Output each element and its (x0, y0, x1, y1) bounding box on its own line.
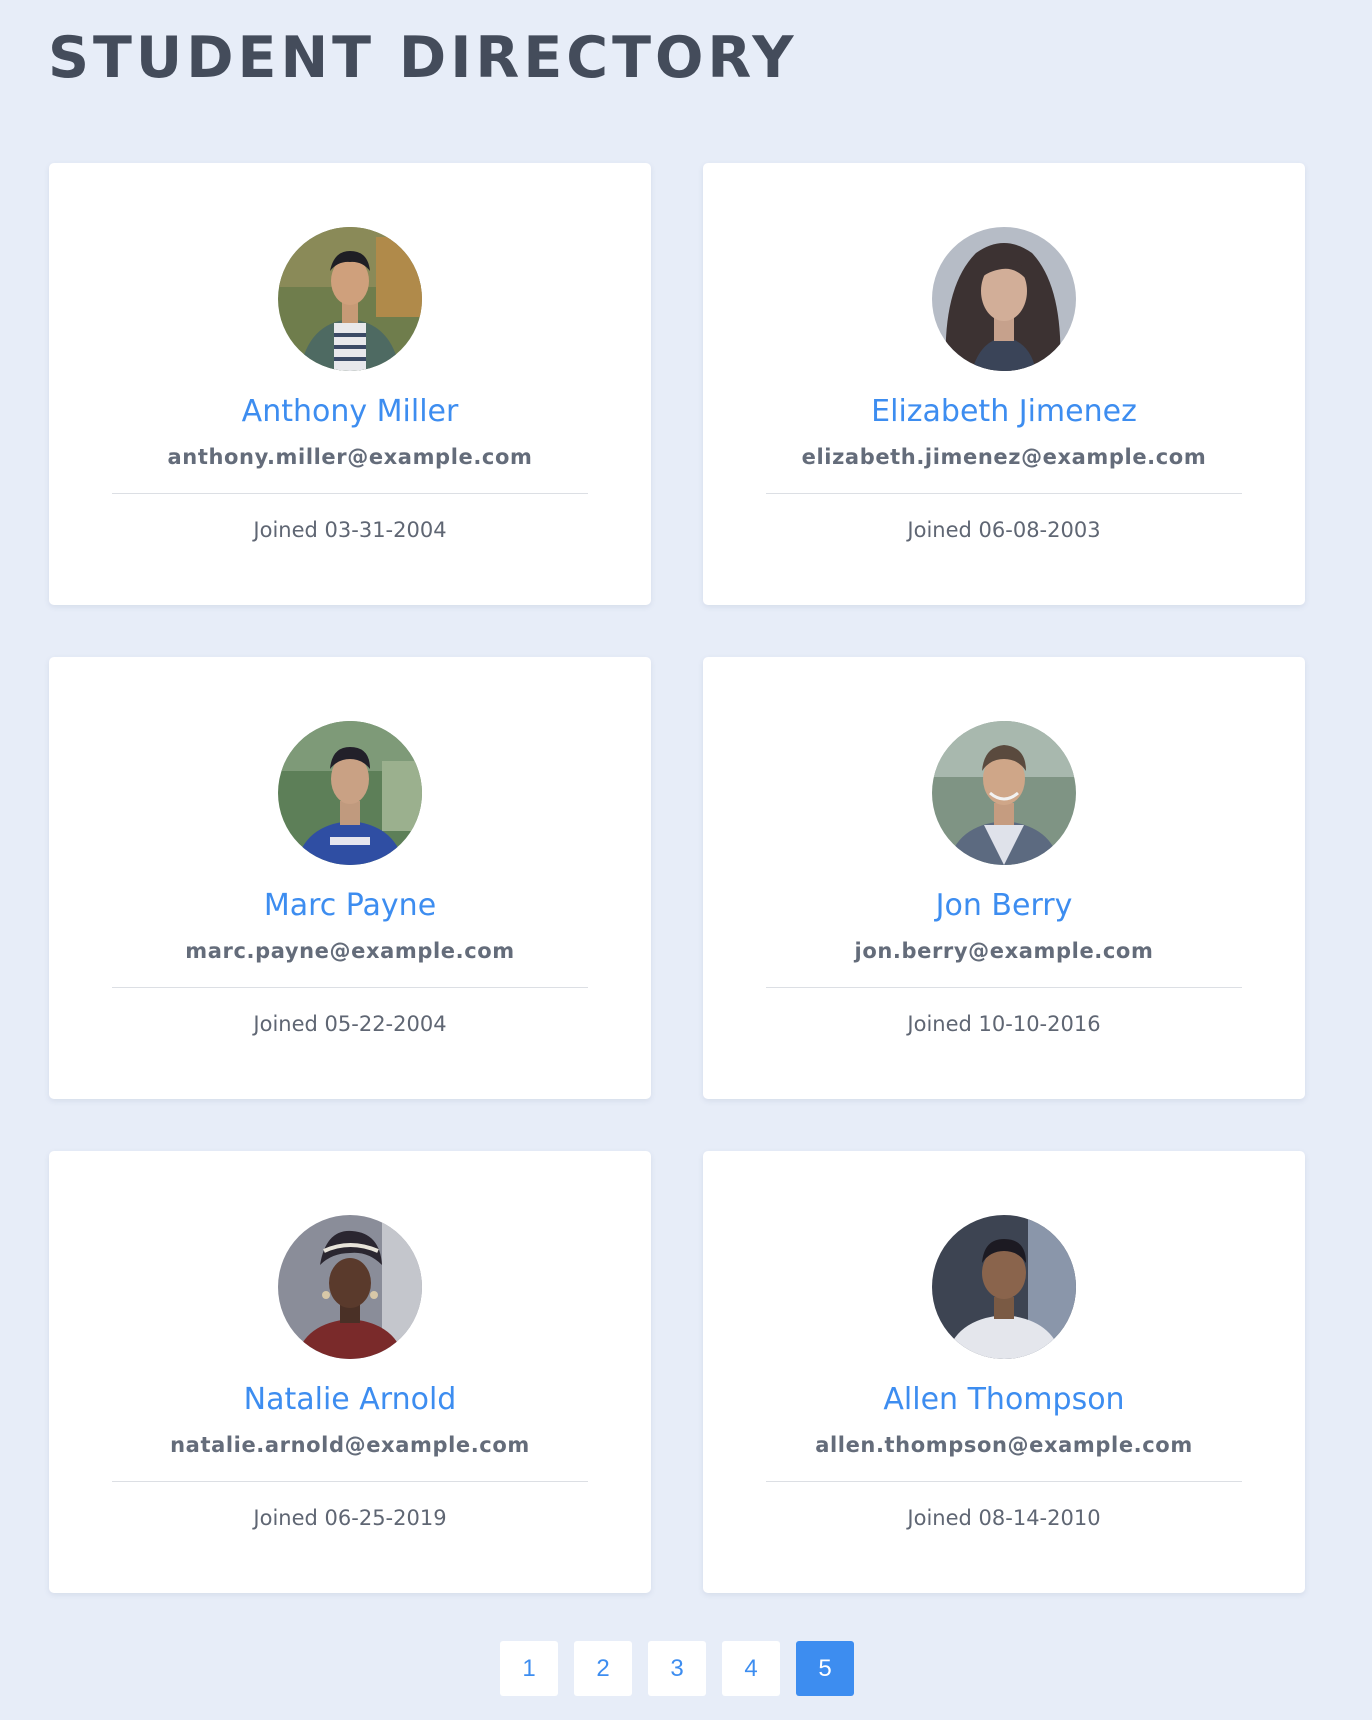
student-avatar (932, 227, 1076, 371)
student-avatar (278, 1215, 422, 1359)
student-avatar (278, 227, 422, 371)
student-avatar (932, 721, 1076, 865)
student-card-grid: Anthony Miller anthony.miller@example.co… (49, 163, 1305, 1593)
student-email: allen.thompson@example.com (815, 1433, 1193, 1457)
joined-date: Joined 10-10-2016 (907, 1012, 1101, 1036)
student-email: jon.berry@example.com (854, 939, 1154, 963)
joined-date: Joined 03-31-2004 (253, 518, 447, 542)
page-title: STUDENT DIRECTORY (48, 25, 798, 91)
student-card: Anthony Miller anthony.miller@example.co… (49, 163, 651, 605)
student-email: natalie.arnold@example.com (170, 1433, 530, 1457)
student-name[interactable]: Elizabeth Jimenez (703, 391, 1305, 433)
joined-date: Joined 06-25-2019 (253, 1506, 447, 1530)
student-card: Jon Berry jon.berry@example.com Joined 1… (703, 657, 1305, 1099)
joined-date: Joined 08-14-2010 (907, 1506, 1101, 1530)
student-name[interactable]: Marc Payne (49, 885, 651, 927)
pagination: 1 2 3 4 5 (500, 1641, 854, 1696)
student-card: Allen Thompson allen.thompson@example.co… (703, 1151, 1305, 1593)
page-button-5-current[interactable]: 5 (796, 1641, 854, 1696)
card-divider (766, 987, 1242, 988)
card-divider (112, 493, 588, 494)
card-divider (112, 1481, 588, 1482)
student-card: Elizabeth Jimenez elizabeth.jimenez@exam… (703, 163, 1305, 605)
student-name[interactable]: Jon Berry (703, 885, 1305, 927)
student-email: marc.payne@example.com (185, 939, 515, 963)
student-card: Natalie Arnold natalie.arnold@example.co… (49, 1151, 651, 1593)
page-button-3[interactable]: 3 (648, 1641, 706, 1696)
card-divider (112, 987, 588, 988)
page-button-1[interactable]: 1 (500, 1641, 558, 1696)
page-button-4[interactable]: 4 (722, 1641, 780, 1696)
page-button-2[interactable]: 2 (574, 1641, 632, 1696)
joined-date: Joined 05-22-2004 (253, 1012, 447, 1036)
card-divider (766, 493, 1242, 494)
student-avatar (932, 1215, 1076, 1359)
student-name[interactable]: Allen Thompson (703, 1379, 1305, 1421)
student-email: elizabeth.jimenez@example.com (801, 445, 1207, 469)
student-card: Marc Payne marc.payne@example.com Joined… (49, 657, 651, 1099)
student-name[interactable]: Anthony Miller (49, 391, 651, 433)
card-divider (766, 1481, 1242, 1482)
student-name[interactable]: Natalie Arnold (49, 1379, 651, 1421)
student-email: anthony.miller@example.com (167, 445, 533, 469)
student-avatar (278, 721, 422, 865)
joined-date: Joined 06-08-2003 (907, 518, 1101, 542)
